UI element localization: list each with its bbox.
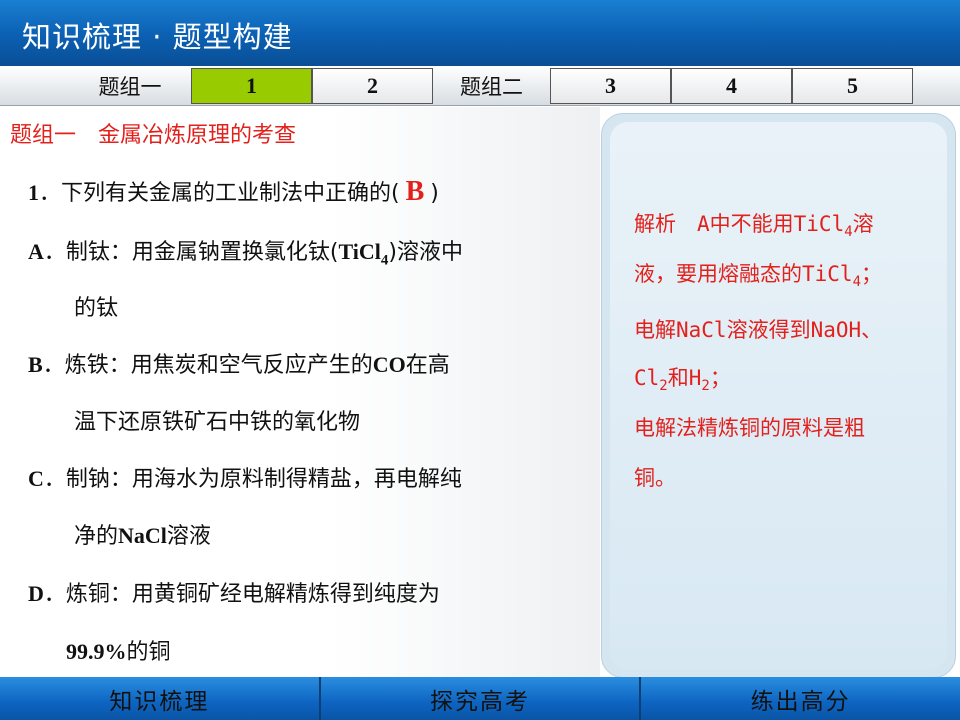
tab-4[interactable]: 4 <box>671 68 792 104</box>
explanation-line-6: 铜。 <box>634 466 676 490</box>
option-d-value: 99.9% <box>66 639 127 664</box>
option-b-line1: B．炼铁：用焦炭和空气反应产生的CO在高 <box>28 347 450 379</box>
explanation-line-2: 液，要用熔融态的TiCl4； <box>634 258 882 290</box>
option-d-text: ．炼铜：用黄铜矿经电解精炼得到纯度为 <box>43 582 440 607</box>
option-c-letter: C <box>28 466 44 491</box>
tab-2[interactable]: 2 <box>312 68 433 104</box>
option-c-text: ．制钠：用海水为原料制得精盐，再电解纯 <box>43 467 462 492</box>
tab-5[interactable]: 5 <box>792 68 913 104</box>
tab-group-1-label[interactable]: 题组一 <box>70 68 190 104</box>
nav-practice-high-score[interactable]: 练出高分 <box>641 677 960 720</box>
option-d-line2: 99.9%的铜 <box>66 634 171 666</box>
explanation-line-3: 电解NaCl溶液得到NaOH、 <box>634 318 883 342</box>
option-c-formula: NaCl <box>118 523 167 548</box>
page-title: 知识梳理 · 题型构建 <box>22 20 293 54</box>
option-a-letter: A <box>28 239 44 264</box>
exp-l4-sub1: 2 <box>659 378 668 395</box>
nav-explore-exam[interactable]: 探究高考 <box>321 677 642 720</box>
question-text: ．下列有关金属的工业制法中正确的( <box>39 181 400 206</box>
question-close-paren: ) <box>430 181 439 206</box>
exp-l4-cl: Cl <box>634 366 660 390</box>
question-stem: 1．下列有关金属的工业制法中正确的(B) <box>28 175 439 208</box>
explanation-card: 解析 A中不能用TiCl4溶 液，要用熔融态的TiCl4； 电解NaCl溶液得到… <box>601 113 956 678</box>
header-bar: 知识梳理 · 题型构建 <box>0 0 960 66</box>
option-d-text-end: 的铜 <box>126 640 171 665</box>
option-a-text: ．制钛：用金属钠置换氯化钛( <box>43 240 339 265</box>
explanation-line-1: 解析 A中不能用TiCl4溶 <box>634 208 874 240</box>
exp-l1-end: 溶 <box>852 212 874 236</box>
question-number: 1 <box>28 180 39 205</box>
option-d-line1: D．炼铜：用黄铜矿经电解精炼得到纯度为 <box>28 576 440 608</box>
option-c-line2: 净的NaCl溶液 <box>74 518 211 550</box>
option-b-text: ．炼铁：用焦炭和空气反应产生的 <box>42 353 373 378</box>
option-b-line2: 温下还原铁矿石中铁的氧化物 <box>74 410 361 435</box>
option-a-line2: 的钛 <box>74 296 119 321</box>
nav-knowledge-review[interactable]: 知识梳理 <box>0 677 321 720</box>
exp-l4-sub2: 2 <box>701 378 710 395</box>
option-b-text-end: 在高 <box>405 353 450 378</box>
exp-l4-h: 和H <box>667 366 702 390</box>
explanation-line-4: Cl2和H2； <box>634 362 731 394</box>
tab-bar: 题组一 1 2 题组二 3 4 5 <box>0 66 960 106</box>
option-a-text-end: )溶液中 <box>388 240 463 265</box>
exp-l1-sub: 4 <box>844 224 853 241</box>
option-b-formula: CO <box>372 352 406 377</box>
option-a-formula: TiCl <box>338 239 381 264</box>
slide-content: 题组一 金属冶炼原理的考查 1．下列有关金属的工业制法中正确的(B) A．制钛：… <box>0 107 960 678</box>
exp-l2-end: ； <box>861 262 883 286</box>
option-d-letter: D <box>28 581 44 606</box>
tab-1[interactable]: 1 <box>191 68 312 104</box>
exp-l4-end: ； <box>709 366 731 390</box>
bottom-nav: 知识梳理 探究高考 练出高分 <box>0 677 960 720</box>
option-c-text-end: 溶液 <box>166 524 211 549</box>
explanation-card-inner: 解析 A中不能用TiCl4溶 液，要用熔融态的TiCl4； 电解NaCl溶液得到… <box>610 122 947 669</box>
explanation-line-5: 电解法精炼铜的原料是粗 <box>634 416 865 440</box>
exp-l2-text: 液，要用熔融态的TiCl <box>634 262 853 286</box>
option-c-line1: C．制钠：用海水为原料制得精盐，再电解纯 <box>28 461 462 493</box>
option-a-line1: A．制钛：用金属钠置换氯化钛(TiCl4)溶液中 <box>28 234 463 269</box>
option-b-letter: B <box>28 352 43 377</box>
tab-group-2-label[interactable]: 题组二 <box>433 68 550 104</box>
section-title: 题组一 金属冶炼原理的考查 <box>10 123 297 148</box>
tab-3[interactable]: 3 <box>550 68 671 104</box>
option-c-text2: 净的 <box>74 524 119 549</box>
exp-l1-text: 解析 A中不能用TiCl <box>634 212 845 236</box>
answer-mark: B <box>405 176 425 207</box>
exp-l2-sub: 4 <box>852 274 862 291</box>
